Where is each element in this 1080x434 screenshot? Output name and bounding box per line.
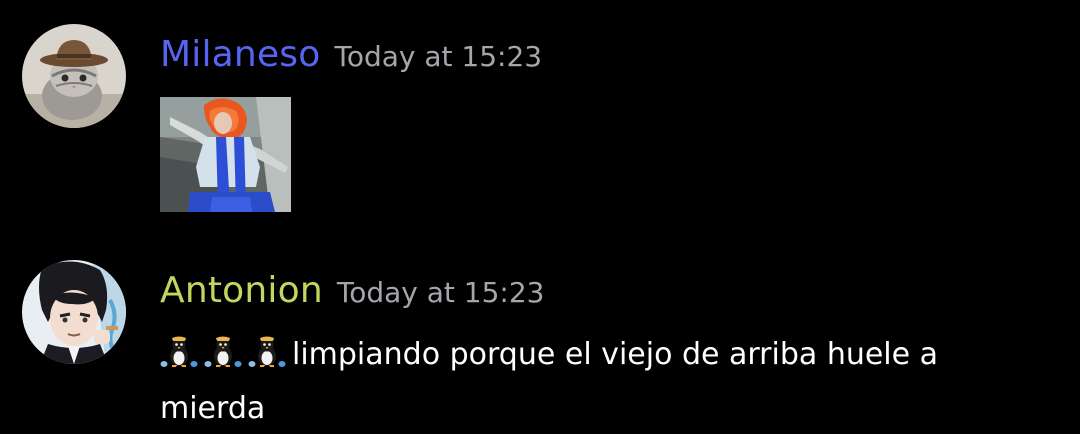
cleaning-penguin-emoji[interactable] [248, 336, 286, 368]
message-item: Milaneso Today at 15:23 [0, 22, 1080, 222]
image-attachment[interactable] [160, 97, 291, 212]
username[interactable]: Milaneso [160, 34, 320, 75]
message-item: Antonion Today at 15:23 limpiando porque… [0, 258, 1080, 434]
message-content: limpiando porque el viejo de arriba huel… [160, 328, 1040, 434]
timestamp: Today at 15:23 [336, 276, 545, 309]
message-header: Antonion Today at 15:23 [160, 270, 544, 320]
username[interactable]: Antonion [160, 270, 323, 311]
message-header: Milaneso Today at 15:23 [160, 34, 542, 84]
anime-character-avatar[interactable] [22, 260, 126, 364]
cleaning-penguin-emoji[interactable] [204, 336, 242, 368]
timestamp: Today at 15:23 [334, 40, 543, 73]
cleaning-penguin-emoji[interactable] [160, 336, 198, 368]
cat-with-cowboy-hat-avatar[interactable] [22, 24, 126, 128]
